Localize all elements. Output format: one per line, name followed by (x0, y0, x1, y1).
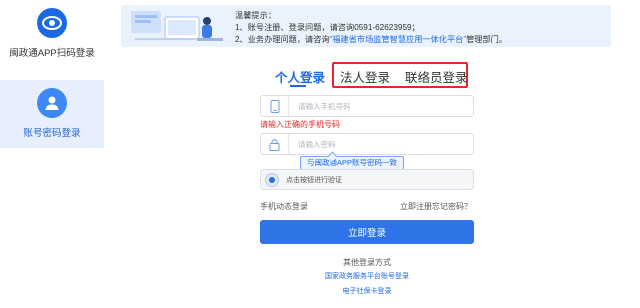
tab-contact-login[interactable]: 联络员登录 (405, 67, 468, 86)
notice-title: 温馨提示： (235, 11, 276, 20)
password-input[interactable] (289, 139, 469, 149)
mobile-phone-icon (261, 96, 289, 116)
other-login-methods-title: 其他登录方式 (343, 258, 391, 267)
verify-label: 点击按钮进行验证 (286, 176, 342, 184)
notice-line-2: 2、业务办理问题，请咨询“福建省市场监管智慧应用一体化平台”管理部门。 (235, 34, 507, 46)
national-platform-login-link[interactable]: 国家政务服务平台账号登录 (104, 271, 630, 281)
register-link[interactable]: 立即注册 (400, 201, 432, 212)
login-panel: 温馨提示： 1、账号注册、登录问题，请咨询0591-62623959； 2、业务… (104, 0, 640, 308)
user-icon (37, 88, 67, 118)
phone-error-message: 请输入正确的手机号码 (260, 120, 340, 129)
phone-field (260, 95, 474, 117)
forgot-password-link[interactable]: 忘记密码？ (432, 201, 472, 212)
login-button[interactable]: 立即登录 (260, 220, 474, 244)
platform-name: “福建省市场监管智慧应用一体化平台” (329, 35, 467, 44)
notice-line-1-text: 1、账号注册、登录问题，请咨询 (235, 23, 355, 32)
notice-line-2-text: 2、业务办理问题，请咨询 (235, 35, 330, 44)
sidebar-item-label: 账号密码登录 (23, 128, 81, 139)
sms-login-link[interactable]: 手机动态登录 (260, 201, 308, 212)
phone-input[interactable] (289, 101, 469, 111)
password-hint-tooltip: 与闽政通APP账号密码一致 (300, 156, 405, 170)
active-tab-indicator (290, 85, 306, 87)
click-verify-button[interactable]: 点击按钮进行验证 (260, 169, 474, 190)
lock-icon (261, 134, 289, 154)
social-security-card-login-link[interactable]: 电子社保卡登录 (104, 286, 630, 296)
support-phone: 0591-62623959； (354, 23, 420, 32)
sidebar-item-app-scan[interactable]: 闽政通APP扫码登录 (0, 6, 104, 82)
sidebar-item-password[interactable]: 账号密码登录 (0, 80, 104, 148)
notice-line-2-suffix: 管理部门。 (466, 35, 508, 44)
tab-legal-login[interactable]: 法人登录 (340, 67, 390, 86)
sidebar-item-label: 闽政通APP扫码登录 (9, 48, 95, 59)
notice-banner: 温馨提示： 1、账号注册、登录问题，请咨询0591-62623959； 2、业务… (121, 5, 611, 47)
notice-text: 温馨提示： 1、账号注册、登录问题，请咨询0591-62623959； 2、业务… (235, 10, 507, 46)
verify-target-icon (265, 172, 279, 187)
tab-personal-login[interactable]: 个人登录 (275, 67, 325, 86)
notice-line-1: 1、账号注册、登录问题，请咨询0591-62623959； (235, 22, 507, 34)
eye-logo-icon (37, 8, 67, 38)
password-field (260, 133, 474, 155)
office-illustration-icon (131, 11, 223, 41)
login-method-sidebar: 闽政通APP扫码登录 账号密码登录 (0, 0, 104, 308)
